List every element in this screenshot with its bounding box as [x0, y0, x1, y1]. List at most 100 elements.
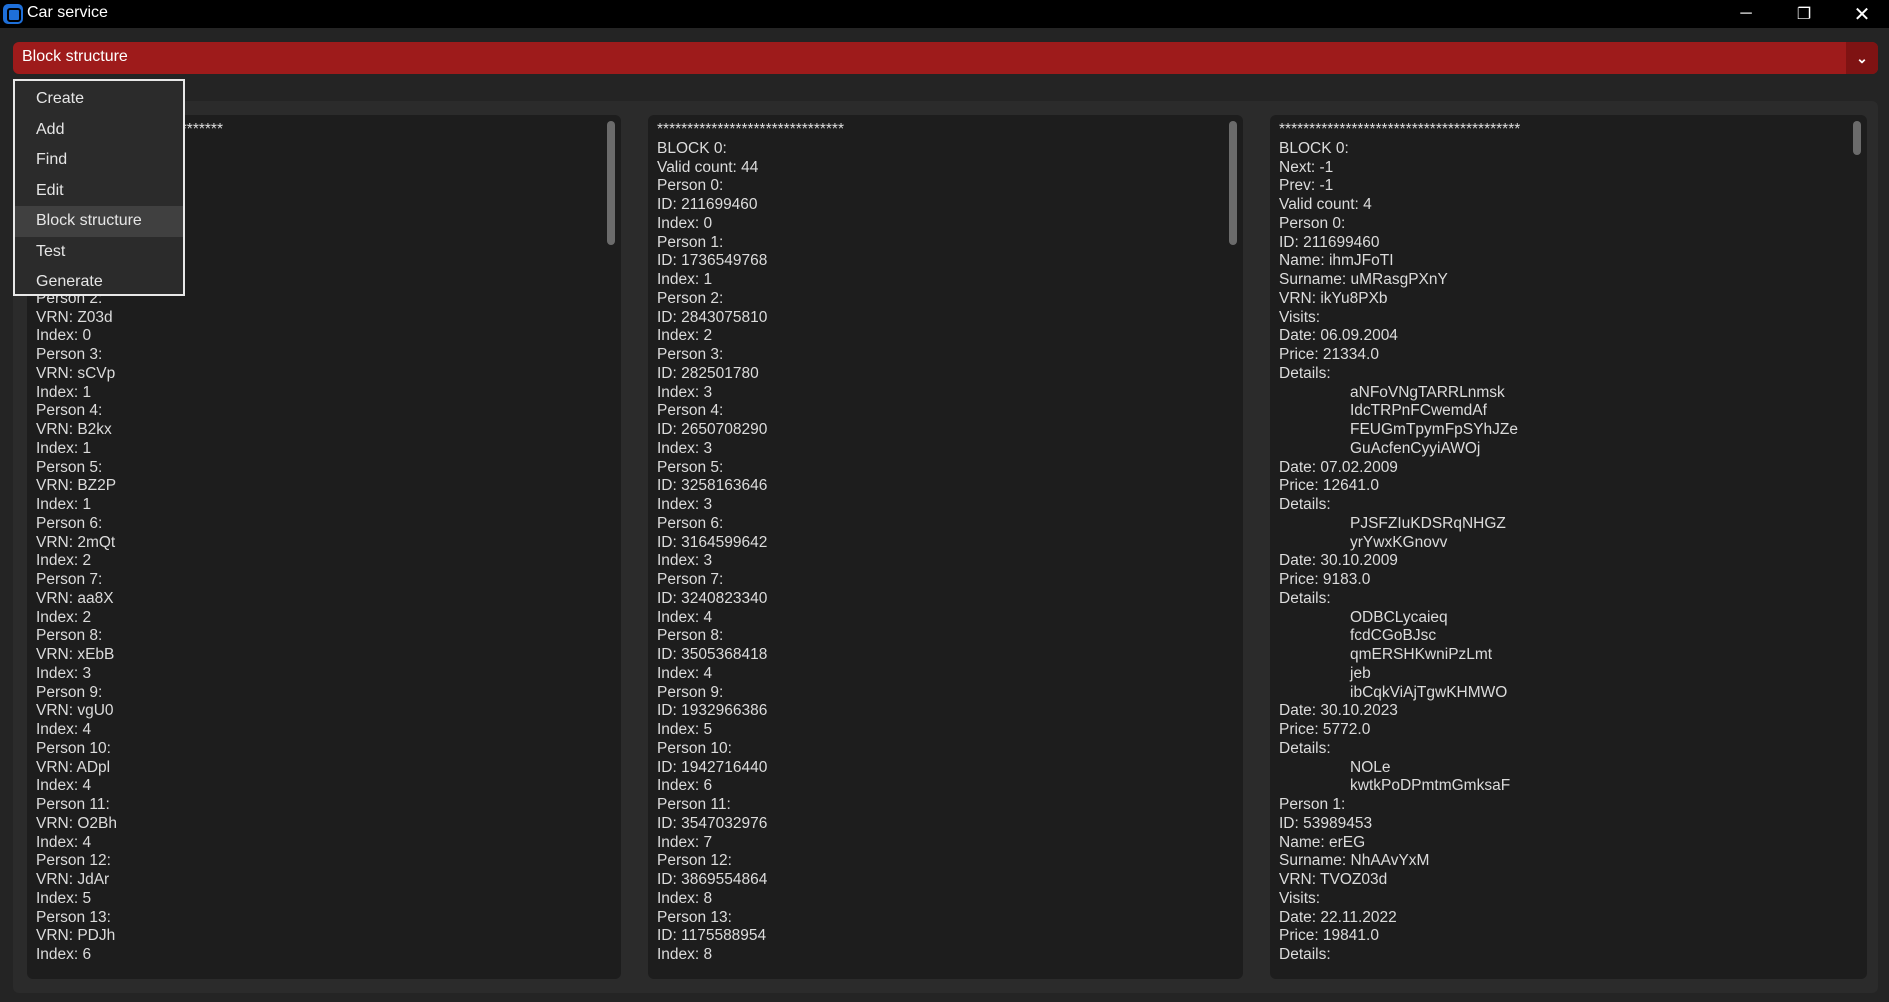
text-line: ID: 3164599642 [657, 533, 768, 551]
text-line: Details: [1279, 739, 1331, 757]
text-line: Person 11: [657, 796, 731, 813]
text-line: GuAcfenCyyiAWOj [1350, 439, 1481, 457]
text-line: ID: 3258163646 [657, 477, 768, 495]
text-line: ID: 211699460 [1279, 233, 1380, 251]
text-line: Person 12: [657, 852, 732, 870]
window-title: Car service [27, 4, 108, 21]
mode-selector-value: Block structure [22, 48, 128, 65]
text-line: Person 13: [657, 908, 732, 926]
text-line: Index: 8 [657, 889, 713, 907]
menu-item-add[interactable]: Add [15, 115, 183, 146]
text-line: Date: 22.11.2022 [1279, 908, 1397, 926]
text-line: Index: 7 [657, 833, 713, 851]
menu-item-block-structure[interactable]: Block structure [15, 206, 183, 237]
text-line: Details: [1279, 496, 1331, 513]
text-line: Person 9: [36, 683, 103, 701]
text-line: VRN: BZ2P [36, 477, 117, 495]
text-line: Prev: -1 [1279, 177, 1334, 195]
text-line: Index: 4 [36, 833, 92, 851]
text-line: Date: 30.10.2009 [1279, 552, 1398, 570]
minimize-button[interactable]: ─ [1717, 0, 1775, 28]
menu-item-create[interactable]: Create [15, 84, 183, 115]
text-line: Index: 4 [657, 664, 713, 682]
text-line: Index: 3 [657, 552, 713, 570]
text-line: Price: 9183.0 [1279, 571, 1371, 588]
menu-item-find[interactable]: Find [15, 145, 183, 176]
text-line: Person 11: [36, 796, 110, 813]
app-icon [3, 4, 23, 24]
text-line: ID: 3505368418 [657, 646, 768, 663]
text-line: Person 7: [657, 571, 724, 588]
text-line: VRN: PDJh [36, 927, 116, 945]
text-line: Price: 19841.0 [1279, 927, 1379, 945]
text-line: Details: [1279, 589, 1331, 607]
text-line: Person 0: [657, 177, 724, 195]
text-line: Index: 4 [36, 777, 92, 795]
text-line: Person 12: [36, 852, 111, 870]
chevron-down-icon[interactable]: ⌄ [1846, 42, 1878, 74]
text-line: Index: 6 [657, 777, 713, 795]
text-line: Visits: [1279, 308, 1321, 326]
text-line: Date: 06.09.2004 [1279, 327, 1398, 345]
textbox-right[interactable]: ****************************************… [1270, 115, 1867, 979]
menu-item-edit[interactable]: Edit [15, 176, 183, 207]
text-line: ID: 282501780 [657, 364, 759, 382]
text-line: Person 0: [1279, 214, 1346, 232]
text-line: aNFoVNgTARRLnmsk [1350, 383, 1505, 401]
text-line: Price: 5772.0 [1279, 721, 1371, 738]
text-line: Person 3: [36, 346, 103, 363]
text-line: Person 1: [1279, 796, 1346, 813]
mode-dropdown-menu: Create Add Find Edit Block structure Test Gene… [13, 79, 185, 296]
text-line: Details: [1279, 364, 1331, 382]
text-line: Index: 8 [657, 946, 713, 963]
text-line: Index: 2 [36, 552, 92, 570]
text-line: **************************************** [1279, 121, 1521, 138]
text-line: Surname: NhAAvYxM [1279, 852, 1430, 870]
text-line: VRN: ikYu8PXb [1279, 289, 1388, 307]
text-line: qmERSHKwniPzLmt [1350, 646, 1493, 663]
text-line: Index: 1 [36, 439, 92, 457]
text-line: Person 5: [36, 458, 103, 476]
text-line: Person 2: [657, 289, 724, 307]
text-line: FEUGmTpymFpSYhJZe [1350, 421, 1518, 438]
text-line: ODBCLycaieq [1350, 608, 1448, 626]
text-line: ID: 1942716440 [657, 758, 768, 776]
text-line: Date: 30.10.2023 [1279, 702, 1398, 720]
scrollbar-left[interactable] [607, 121, 615, 245]
text-line: Details: [1279, 946, 1331, 963]
text-line: ID: 1736549768 [657, 252, 768, 270]
mode-selector[interactable]: Block structure ⌄ [13, 42, 1878, 74]
scrollbar-right[interactable] [1853, 121, 1861, 155]
text-line: Index: 3 [657, 439, 713, 457]
text-line: Person 5: [657, 458, 724, 476]
text-line: ID: 3869554864 [657, 871, 768, 888]
text-line: jeb [1350, 664, 1371, 682]
text-line: yrYwxKGnovv [1350, 533, 1448, 551]
text-line: Index: 2 [36, 608, 92, 626]
text-line: BLOCK 0: [657, 139, 727, 157]
text-line: ID: 53989453 [1279, 814, 1373, 832]
text-line: PJSFZIuKDSRqNHGZ [1350, 514, 1506, 532]
text-line: VRN: aa8X [36, 589, 114, 607]
text-line: Person 4: [657, 402, 724, 420]
text-line: Index: 6 [36, 946, 92, 963]
text-line: Person 9: [657, 683, 724, 701]
scrollbar-middle[interactable] [1229, 121, 1237, 245]
title-bar: Car service ─ ❐ ✕ [0, 0, 1889, 28]
text-line: ******************************* [657, 121, 844, 138]
text-line: VRN: TVOZ03d [1279, 871, 1388, 888]
textbox-middle[interactable]: ******************************* BLOCK 0: V… [648, 115, 1243, 979]
text-line: ID: 2843075810 [657, 308, 768, 326]
close-button[interactable]: ✕ [1833, 0, 1889, 28]
text-line: Person 13: [36, 908, 111, 926]
text-line: Index: 3 [657, 383, 713, 401]
menu-item-test[interactable]: Test [15, 237, 183, 268]
text-line: Date: 07.02.2009 [1279, 458, 1398, 476]
text-line: VRN: 2mQt [36, 533, 116, 551]
text-line: ID: 3547032976 [657, 814, 768, 832]
maximize-button[interactable]: ❐ [1775, 0, 1833, 28]
text-line: Index: 1 [36, 383, 92, 401]
text-line: VRN: O2Bh [36, 814, 117, 832]
menu-item-generate[interactable]: Generate [15, 267, 183, 298]
text-line: Valid count: 4 [1279, 196, 1372, 213]
